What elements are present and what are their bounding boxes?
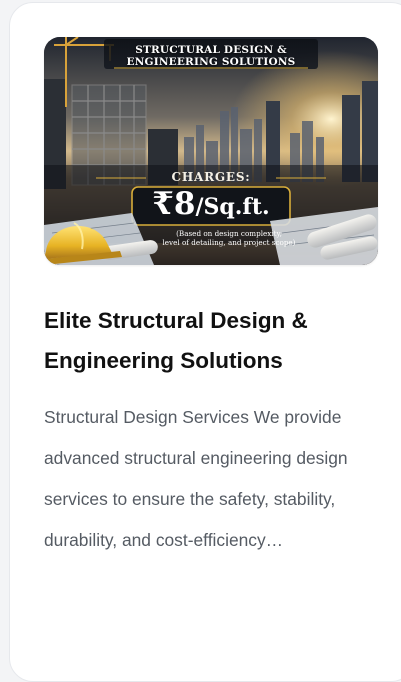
card-excerpt: Structural Design Services We provide ad…	[44, 407, 348, 550]
price-amount: ₹8	[152, 186, 196, 222]
featured-image-banner[interactable]: STRUCTURAL DESIGN & ENGINEERING SOLUTION…	[44, 37, 378, 265]
price-note-line-1: (Based on design complexity,	[176, 229, 282, 238]
blog-post-card[interactable]: STRUCTURAL DESIGN & ENGINEERING SOLUTION…	[9, 2, 401, 682]
price-unit: /Sq.ft.	[195, 194, 270, 220]
card-title-link[interactable]: Elite Structural Design & Engineering So…	[44, 301, 374, 381]
price-display: ₹8/Sq.ft.	[44, 187, 378, 224]
banner-title: STRUCTURAL DESIGN & ENGINEERING SOLUTION…	[44, 44, 378, 68]
price-note-line-2: level of detailing, and project scope)	[162, 238, 296, 247]
banner-title-line-2: ENGINEERING SOLUTIONS	[126, 56, 296, 68]
charges-label: CHARGES:	[171, 170, 251, 184]
price-note: (Based on design complexity, level of de…	[144, 229, 314, 247]
banner-title-line-1: STRUCTURAL DESIGN &	[135, 44, 287, 56]
